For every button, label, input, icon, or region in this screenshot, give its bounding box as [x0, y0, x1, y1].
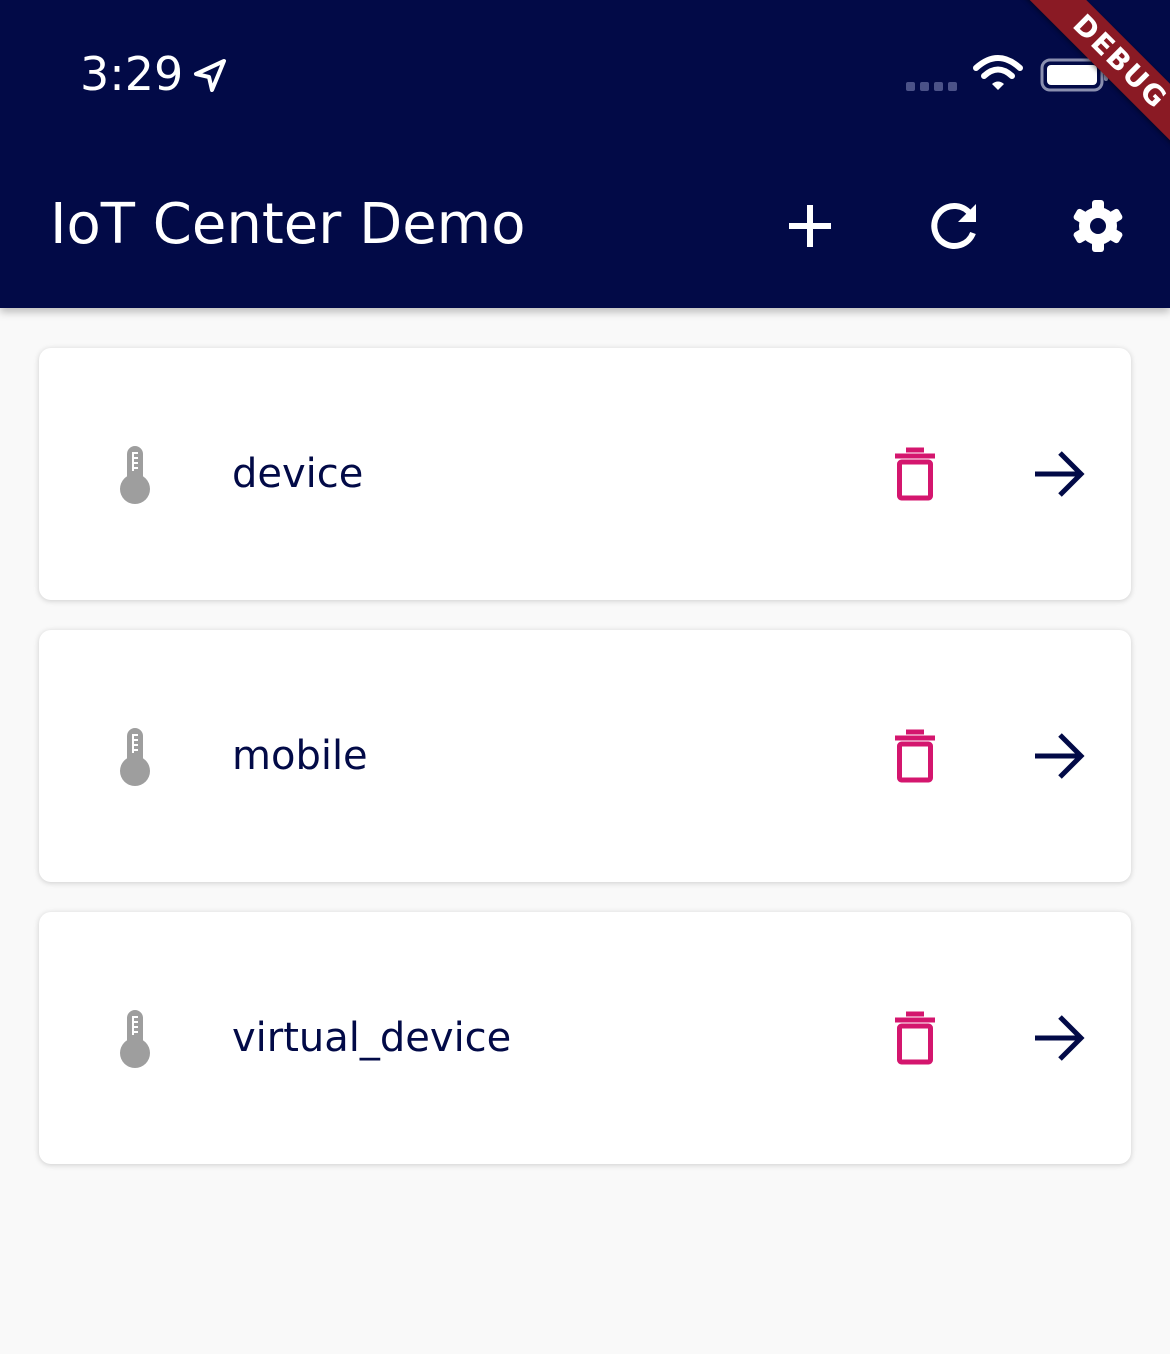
wifi-icon: [973, 55, 1023, 90]
device-card[interactable]: virtual_device: [39, 912, 1131, 1164]
device-name: mobile: [232, 733, 368, 779]
add-device-button[interactable]: [774, 190, 846, 262]
thermometer-icon: [120, 446, 150, 504]
device-name: device: [232, 451, 364, 497]
device-card[interactable]: mobile: [39, 630, 1131, 882]
trash-icon: [895, 1011, 935, 1065]
settings-button[interactable]: [1062, 190, 1134, 262]
arrow-right-icon: [1035, 451, 1085, 497]
location-arrow-icon: [194, 59, 226, 92]
refresh-button[interactable]: [918, 190, 990, 262]
cellular-signal-icon: [906, 82, 957, 91]
trash-icon: [895, 729, 935, 783]
arrow-right-icon: [1035, 1015, 1085, 1061]
open-device-button[interactable]: [1021, 1008, 1097, 1068]
refresh-icon: [931, 203, 976, 249]
open-device-button[interactable]: [1021, 444, 1097, 504]
status-time: 3:29: [80, 47, 184, 101]
thermometer-icon: [120, 1010, 150, 1068]
delete-device-button[interactable]: [875, 1006, 955, 1070]
delete-device-button[interactable]: [875, 724, 955, 788]
page-title: IoT Center Demo: [50, 192, 526, 257]
thermometer-icon: [120, 728, 150, 786]
plus-icon: [789, 205, 831, 247]
trash-icon: [895, 447, 935, 501]
device-name: virtual_device: [232, 1015, 512, 1061]
app-bar: 3:29 DEBUG IoT Center Demo: [0, 0, 1170, 308]
delete-device-button[interactable]: [875, 442, 955, 506]
open-device-button[interactable]: [1021, 726, 1097, 786]
device-card[interactable]: device: [39, 348, 1131, 600]
arrow-right-icon: [1035, 733, 1085, 779]
gear-icon: [1073, 200, 1123, 252]
